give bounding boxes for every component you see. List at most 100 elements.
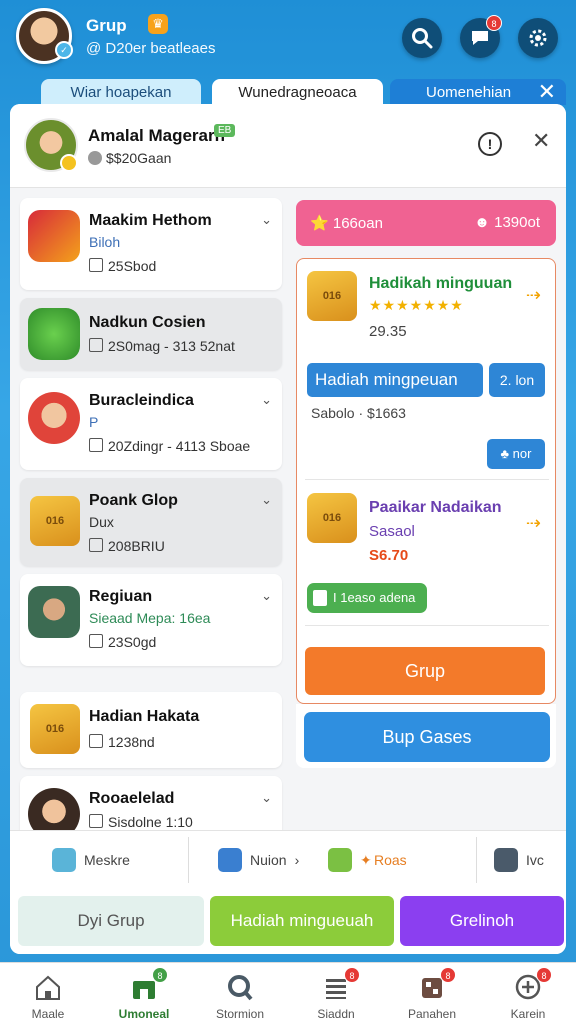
arrow-right-icon[interactable]: ⇢ [526,285,541,306]
nav-home[interactable]: Maale [0,963,96,1024]
chevron-down-icon[interactable]: ⌄ [261,588,272,604]
nav-label: Karein [510,1007,546,1021]
stars-count: ⭐ 166oan [310,215,383,232]
list-item[interactable]: Maakim Hethom Biloh 25Sbod ⌄ [20,198,282,290]
gift-icon [313,590,327,606]
divider [476,837,477,883]
bottom-nav: Maale 8 Umoneal Stormion 8 Siaddn 8 Pana… [0,962,576,1024]
quick-item-2[interactable]: Nuion › [218,831,299,889]
tab-1[interactable]: Wiar hoapekan [41,79,201,105]
nav-label: Maale [31,1007,65,1021]
list-item[interactable]: Regiuan Sieaad Mepa: 16ea 23S0gd ⌄ [20,574,282,666]
chevron-down-icon[interactable]: ⌄ [261,212,272,228]
chat-icon [472,31,488,45]
chest-icon: 016 [307,493,357,543]
list-item[interactable]: 016 Poank Glop Dux 208BRIU ⌄ [20,478,282,566]
nav-shop[interactable]: 8 Umoneal [96,963,192,1024]
claim-button[interactable]: I 1easo adena [307,583,427,613]
action-row: Dyi Grup Hadiah mingueuah Grelinoh [10,888,566,954]
close-icon[interactable]: ✕ [538,79,556,105]
top-header: ✓ Grup ♛ @ D20er beatleaes 8 [0,0,576,80]
reward-title: Hadikah minguuan [369,275,513,292]
list-item-meta: 25Sbod [89,258,156,274]
nav-label: Umoneal [118,1007,170,1021]
gear-icon [529,29,547,47]
chevron-down-icon[interactable]: ⌄ [261,492,272,508]
reward-sub-2: Sasaol [369,523,415,540]
chest-icon: 016 [30,496,80,546]
stars-count-text: 166oan [332,215,383,232]
monster-icon [28,308,80,360]
quick-item-4[interactable]: Ivc [494,831,544,889]
list-item-meta: 20Zdingr - 4113 Sboae [89,438,250,454]
chevron-right-icon: › [294,852,300,868]
notification-avatar [24,118,78,172]
reward-value: 29.35 [369,323,407,340]
buy-group-button[interactable]: Bup Gases [304,712,550,762]
edit-icon [52,848,76,872]
nav-label: Stormion [215,1007,265,1021]
chevron-down-icon[interactable]: ⌄ [261,790,272,806]
coins-count-text: 1390ot [494,214,540,231]
divider [305,625,549,626]
notification-sub-text: $$20Gaan [106,150,172,166]
chevron-down-icon[interactable]: ⌄ [261,392,272,408]
notification-name: Amalal Magerarn [88,126,225,145]
crown-icon: ♛ [148,14,168,34]
coin-icon [60,154,78,172]
list-item-title: Hadian Hakata [89,708,200,725]
arrow-right-icon[interactable]: ⇢ [526,513,541,534]
currency-bar[interactable]: ⭐ 166oan ☻ 1390ot [296,200,556,246]
nav-badge: 8 [152,967,168,983]
notification-sub: $$20Gaan [88,150,171,166]
create-action[interactable]: Grelinoh [400,896,564,946]
quick-item-3[interactable]: ✦ Roas [328,831,407,889]
main-panel: Amalal Magerarn EB $$20Gaan ! ✕ Maakim H… [10,104,566,954]
chat-button[interactable]: 8 [460,15,502,58]
leaf-icon [328,848,352,872]
settings-button[interactable] [518,18,558,58]
list-item[interactable]: 016 Hadian Hakata 1238nd [20,692,282,768]
nav-list[interactable]: 8 Siaddn [288,963,384,1024]
tab-2[interactable]: Wunedragneoaca [212,79,383,105]
small-action-button[interactable]: 2. lon [489,363,545,397]
small-action-button-2[interactable]: ♣ nor [487,439,545,469]
star-icon [28,210,80,262]
chest-icon: 016 [307,271,357,321]
list-item[interactable]: Rooaelelad Sisdolne 1:10 ⌄ [20,776,282,840]
list-item-meta: 1238nd [89,734,155,750]
verified-icon: ✓ [55,41,73,59]
list-item[interactable]: Buracleindica P 20Zdingr - 4113 Sboae ⌄ [20,378,282,470]
weekly-reward-action[interactable]: Hadiah mingueuah [210,896,394,946]
nav-label: Siaddn [317,1007,355,1021]
reward-price-2: S6.70 [369,547,409,564]
sparkle-icon: ✦ [360,851,372,868]
group-button[interactable]: Grup [305,647,545,695]
nav-badge: 8 [536,967,552,983]
reward-title-2: Paaikar Nadaikan [369,499,502,516]
nav-badge: 8 [440,967,456,983]
search-icon [228,975,253,1001]
weekly-reward-button[interactable]: Hadiah mingpeuan [307,363,483,397]
reward-box: 016 Hadikah minguuan ★★★★★★★ 29.35 ⇢ Had… [296,258,556,704]
list-item-sub: Dux [89,514,114,530]
nav-box[interactable]: 8 Panahen [384,963,480,1024]
nav-search[interactable]: Stormion [192,963,288,1024]
list-item-sub: Biloh [89,234,121,250]
chest-icon: 016 [30,704,80,754]
user-avatar[interactable]: ✓ [16,8,73,64]
close-icon[interactable]: ✕ [532,128,550,154]
nav-profile[interactable]: 8 Karein [480,963,576,1024]
list-item-sub: P [89,414,99,430]
list-item-title: Maakim Hethom [89,212,212,229]
coins-count: ☻ 1390ot [474,214,540,231]
list-item[interactable]: Nadkun Cosien 2S0mag - 313 52nat [20,298,282,370]
gem-icon [88,151,102,165]
list-item-title: Rooaelelad [89,790,175,807]
search-button[interactable] [402,18,442,58]
quick-item-1-label: Meskre [84,852,130,868]
info-icon[interactable]: ! [478,132,502,156]
quick-item-1[interactable]: Meskre [52,831,130,889]
buy-group-action[interactable]: Dyi Grup [18,896,204,946]
tab-3[interactable]: Uomenehian ✕ [390,79,566,105]
